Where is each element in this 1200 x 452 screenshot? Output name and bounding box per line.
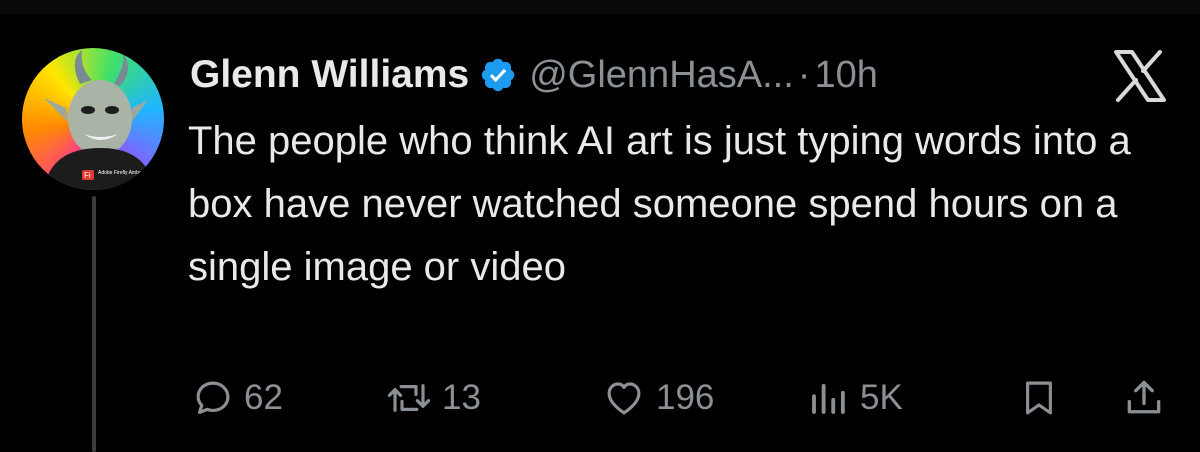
separator: · [797,53,811,96]
tweet-header: Glenn Williams @GlennHasA... · 10h [190,50,878,100]
badge-text: Adobe Firefly Ambassador [98,170,157,176]
retweet-count: 13 [442,378,481,417]
views-icon [806,377,850,419]
reply-button[interactable]: 62 [192,370,283,426]
badge-logo-text: Fi [84,171,91,180]
avatar-image: Fi Adobe Firefly Ambassador [44,50,157,190]
tweet-text: The people who think AI art is just typi… [188,119,1131,289]
avatar[interactable]: Fi Adobe Firefly Ambassador [22,48,164,190]
views-button[interactable]: 5K [806,370,903,426]
share-button[interactable] [1122,370,1166,426]
display-name[interactable]: Glenn Williams [190,53,469,97]
bookmark-button[interactable] [1018,370,1060,426]
reply-count: 62 [244,378,283,417]
x-logo-icon [1110,50,1168,102]
retweet-icon [386,377,432,419]
timestamp[interactable]: 10h [814,54,877,97]
verified-badge-icon [479,56,517,94]
retweet-button[interactable]: 13 [386,370,481,426]
like-button[interactable]: 196 [602,370,714,426]
like-count: 196 [656,378,715,417]
heart-icon [602,377,646,419]
reply-icon [192,377,234,419]
bookmark-icon [1018,376,1060,420]
share-icon [1122,376,1166,420]
top-divider [0,0,1200,14]
action-bar: 62 13 196 5K [0,370,1200,426]
handle[interactable]: @GlennHasA... [529,54,794,97]
views-count: 5K [860,378,903,417]
